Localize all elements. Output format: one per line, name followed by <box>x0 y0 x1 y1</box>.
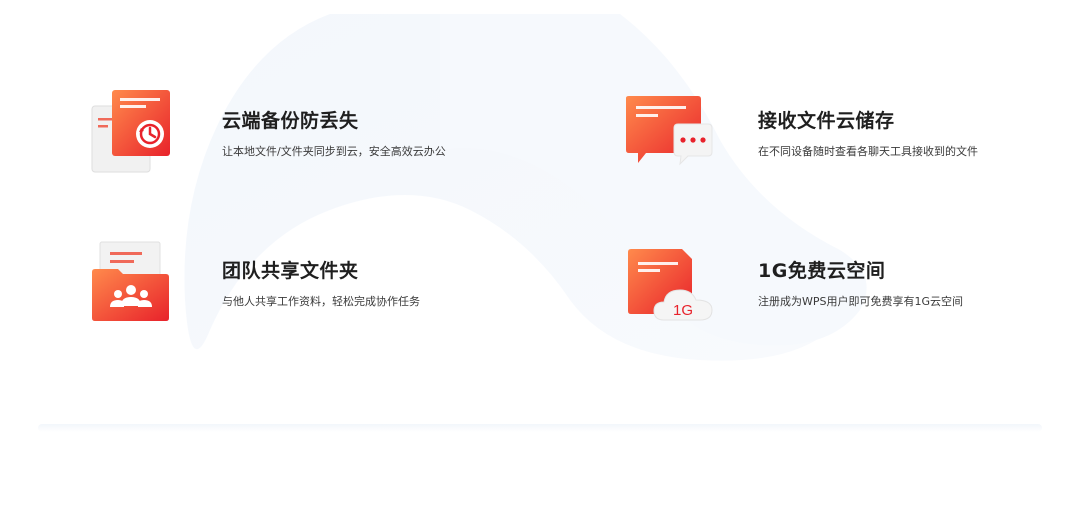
feature-received-files: 接收文件云储存 在不同设备随时查看各聊天工具接收到的文件 <box>626 88 1066 188</box>
cloud-backup-icon <box>91 90 170 173</box>
feature-description: 注册成为WPS用户即可免费享有1G云空间 <box>758 295 964 308</box>
feature-description: 让本地文件/文件夹同步到云，安全高效云办公 <box>222 145 446 158</box>
feature-title: 接收文件云储存 <box>758 110 895 132</box>
feature-title: 1G免费云空间 <box>758 260 886 282</box>
features-panel: 云端备份防丢失 让本地文件/文件夹同步到云，安全高效云办公 接收文件云储存 在不… <box>0 0 1080 525</box>
feature-title: 云端备份防丢失 <box>222 110 359 132</box>
section-divider <box>38 424 1042 432</box>
feature-description: 在不同设备随时查看各聊天工具接收到的文件 <box>758 145 978 158</box>
storage-badge: 1G <box>673 302 693 319</box>
team-folder-icon <box>92 241 169 321</box>
cloud-storage-icon: 1G <box>628 249 713 321</box>
feature-free-space: 1G 1G免费云空间 注册成为WPS用户即可免费享有1G云空间 <box>626 238 1066 338</box>
feature-team-folder: 团队共享文件夹 与他人共享工作资料，轻松完成协作任务 <box>90 238 530 338</box>
feature-cloud-backup: 云端备份防丢失 让本地文件/文件夹同步到云，安全高效云办公 <box>90 88 530 188</box>
feature-title: 团队共享文件夹 <box>222 260 359 282</box>
chat-file-icon <box>626 96 713 166</box>
feature-description: 与他人共享工作资料，轻松完成协作任务 <box>222 295 420 308</box>
